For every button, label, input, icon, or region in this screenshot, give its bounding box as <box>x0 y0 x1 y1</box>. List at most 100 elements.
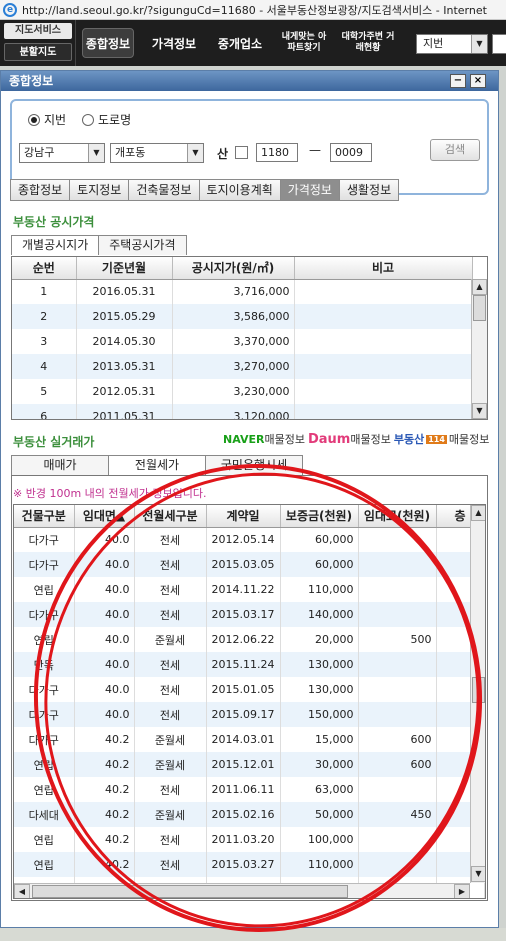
nav-tab-university-trade[interactable]: 대학가주변 거래현황 <box>340 28 396 58</box>
dong-select[interactable]: 개포동 ▼ <box>110 143 204 163</box>
table-row[interactable]: 3 2014.05.30 3,370,000 <box>12 329 473 354</box>
subtab-sale[interactable]: 매매가 <box>11 455 109 475</box>
table-row[interactable]: 6 2011.05.31 3,120,000 <box>12 404 473 419</box>
rent-hscroll[interactable]: ◀ ▶ <box>14 883 470 898</box>
mi-logo[interactable]: 114 <box>426 434 447 444</box>
scroll-down-icon[interactable]: ▼ <box>472 403 487 419</box>
district-select[interactable]: 강남구 ▼ <box>19 143 105 163</box>
table-row[interactable]: 다가구 40.0 전세 2012.05.14 60,000 <box>14 527 485 552</box>
table-row[interactable]: 연립 40.2 전세 2011.06.11 63,000 <box>14 777 485 802</box>
daum-listing-link[interactable]: 매물정보 <box>350 431 390 447</box>
radio-jibun[interactable]: 지번 <box>28 111 66 128</box>
search-type-select[interactable]: 지번 ▼ <box>416 34 488 54</box>
table-header-row: 건물구분 임대면▲ 전월세구분 계약일 보증금(천원) 임대료(천원) 층 <box>14 505 485 528</box>
scroll-down-icon[interactable]: ▼ <box>471 866 485 882</box>
column-header[interactable]: 건물구분 <box>14 505 75 528</box>
table-row[interactable]: 연립 40.2 전세 2011.03.20 100,000 <box>14 827 485 852</box>
subtab-house-price[interactable]: 주택공시가격 <box>98 235 187 255</box>
table-cell: 500 <box>358 627 437 652</box>
subtab-rent[interactable]: 전월세가 <box>108 455 206 475</box>
busan-logo[interactable]: 부동산 <box>394 431 424 447</box>
table-cell: 다가구 <box>14 552 75 577</box>
table-row[interactable]: 2 2015.05.29 3,586,000 <box>12 304 473 329</box>
scroll-right-icon[interactable]: ▶ <box>454 884 470 898</box>
table-row[interactable]: 5 2012.05.31 3,230,000 <box>12 379 473 404</box>
map-service-button[interactable]: 지도서비스 <box>4 23 72 39</box>
table-row[interactable]: 다세대 40.2 준월세 2015.02.16 50,000 450 <box>14 802 485 827</box>
search-button[interactable]: 검색 <box>430 139 480 161</box>
table-row[interactable]: 1 2016.05.31 3,716,000 <box>12 279 473 304</box>
busan-listing-link[interactable]: 매물정보 <box>449 431 489 447</box>
table-row[interactable]: 다가구 40.0 전세 2015.03.05 60,000 <box>14 552 485 577</box>
tab-building[interactable]: 건축물정보 <box>129 179 200 201</box>
table-cell: 3,120,000 <box>172 404 295 419</box>
column-header[interactable]: 순번 <box>12 257 77 280</box>
san-checkbox[interactable] <box>235 146 248 159</box>
table-cell: 600 <box>358 752 437 777</box>
column-header[interactable]: 임대면▲ <box>74 505 135 528</box>
table-cell: 130,000 <box>280 677 359 702</box>
scroll-up-icon[interactable]: ▲ <box>472 279 487 295</box>
column-header[interactable]: 전월세구분 <box>134 505 207 528</box>
tab-land-use[interactable]: 토지이용계획 <box>199 179 281 201</box>
naver-listing-link[interactable]: 매물정보 <box>264 431 304 447</box>
table-cell: 준월세 <box>134 752 207 777</box>
column-header[interactable]: 비고 <box>294 257 473 280</box>
rent-vscroll[interactable]: ▲ ▼ <box>470 505 485 883</box>
public-price-vscroll[interactable]: ▲ ▼ <box>471 279 487 419</box>
column-header[interactable]: 계약일 <box>206 505 281 528</box>
table-row[interactable]: 다가구 40.0 전세 2015.09.17 150,000 <box>14 702 485 727</box>
table-row[interactable]: 연립 40.2 준월세 2015.12.01 30,000 600 <box>14 752 485 777</box>
column-header[interactable]: 공시지가(원/㎡) <box>172 257 295 280</box>
table-cell <box>358 827 437 852</box>
radio-road-circle[interactable] <box>82 113 94 126</box>
nav-tab-overview[interactable]: 종합정보 <box>82 28 134 58</box>
table-cell: 40.0 <box>74 552 135 577</box>
scroll-left-icon[interactable]: ◀ <box>14 884 30 898</box>
top-search-input[interactable] <box>492 34 506 54</box>
table-cell <box>358 777 437 802</box>
panel-header: 종합정보 − × <box>1 71 498 91</box>
section-title-public-price: 부동산 공시가격 <box>13 215 95 229</box>
scroll-thumb[interactable] <box>472 677 485 703</box>
radio-road-name[interactable]: 도로명 <box>82 111 131 128</box>
column-header[interactable]: 기준년월 <box>76 257 173 280</box>
daum-logo[interactable]: Daum <box>308 432 350 447</box>
table-cell: 140,000 <box>280 602 359 627</box>
scroll-thumb[interactable] <box>473 295 486 321</box>
table-row[interactable]: 4 2013.05.31 3,270,000 <box>12 354 473 379</box>
tab-living[interactable]: 생활정보 <box>339 179 400 201</box>
nav-tab-broker[interactable]: 중개업소 <box>214 28 266 58</box>
bonbun-input[interactable]: 1180 <box>256 143 298 162</box>
subtab-kb-price[interactable]: 국민은행시세 <box>205 455 303 475</box>
minimize-button[interactable]: − <box>450 74 466 88</box>
table-cell: 다가구 <box>14 727 75 752</box>
table-row[interactable]: 연립 40.0 준월세 2012.06.22 20,000 500 <box>14 627 485 652</box>
table-row[interactable]: 다가구 40.0 전세 2015.01.05 130,000 <box>14 677 485 702</box>
column-header[interactable]: 보증금(천원) <box>280 505 359 528</box>
table-row[interactable]: 다가구 40.2 준월세 2014.03.01 15,000 600 <box>14 727 485 752</box>
column-header[interactable]: 임대료(천원) <box>358 505 437 528</box>
close-button[interactable]: × <box>470 74 486 88</box>
scroll-up-icon[interactable]: ▲ <box>471 505 485 521</box>
scroll-thumb[interactable] <box>32 885 348 898</box>
table-row[interactable]: 단독 40.0 전세 2015.11.24 130,000 <box>14 652 485 677</box>
info-tabs: 종합정보 토지정보 건축물정보 토지이용계획 가격정보 생활정보 <box>10 179 400 201</box>
table-row[interactable]: 연립 40.2 전세 2015.03.27 110,000 <box>14 852 485 877</box>
bubun-input[interactable]: 0009 <box>330 143 372 162</box>
split-map-button[interactable]: 분할지도 <box>4 43 72 61</box>
table-cell <box>294 379 473 404</box>
naver-logo[interactable]: NAVER <box>223 433 264 446</box>
nav-tab-apartment-finder[interactable]: 내게맞는 아파트찾기 <box>278 28 330 58</box>
radio-jibun-circle[interactable] <box>28 113 40 126</box>
table-cell: 2015.02.16 <box>206 802 281 827</box>
table-cell: 2014.11.22 <box>206 577 281 602</box>
table-row[interactable]: 연립 40.0 전세 2014.11.22 110,000 <box>14 577 485 602</box>
subtab-land-price[interactable]: 개별공시지가 <box>11 235 100 255</box>
nav-tab-price[interactable]: 가격정보 <box>148 28 200 58</box>
district-value: 강남구 <box>24 146 55 159</box>
tab-land[interactable]: 토지정보 <box>70 179 130 201</box>
tab-price[interactable]: 가격정보 <box>280 179 340 201</box>
tab-overview[interactable]: 종합정보 <box>10 179 71 201</box>
table-row[interactable]: 다가구 40.0 전세 2015.03.17 140,000 <box>14 602 485 627</box>
